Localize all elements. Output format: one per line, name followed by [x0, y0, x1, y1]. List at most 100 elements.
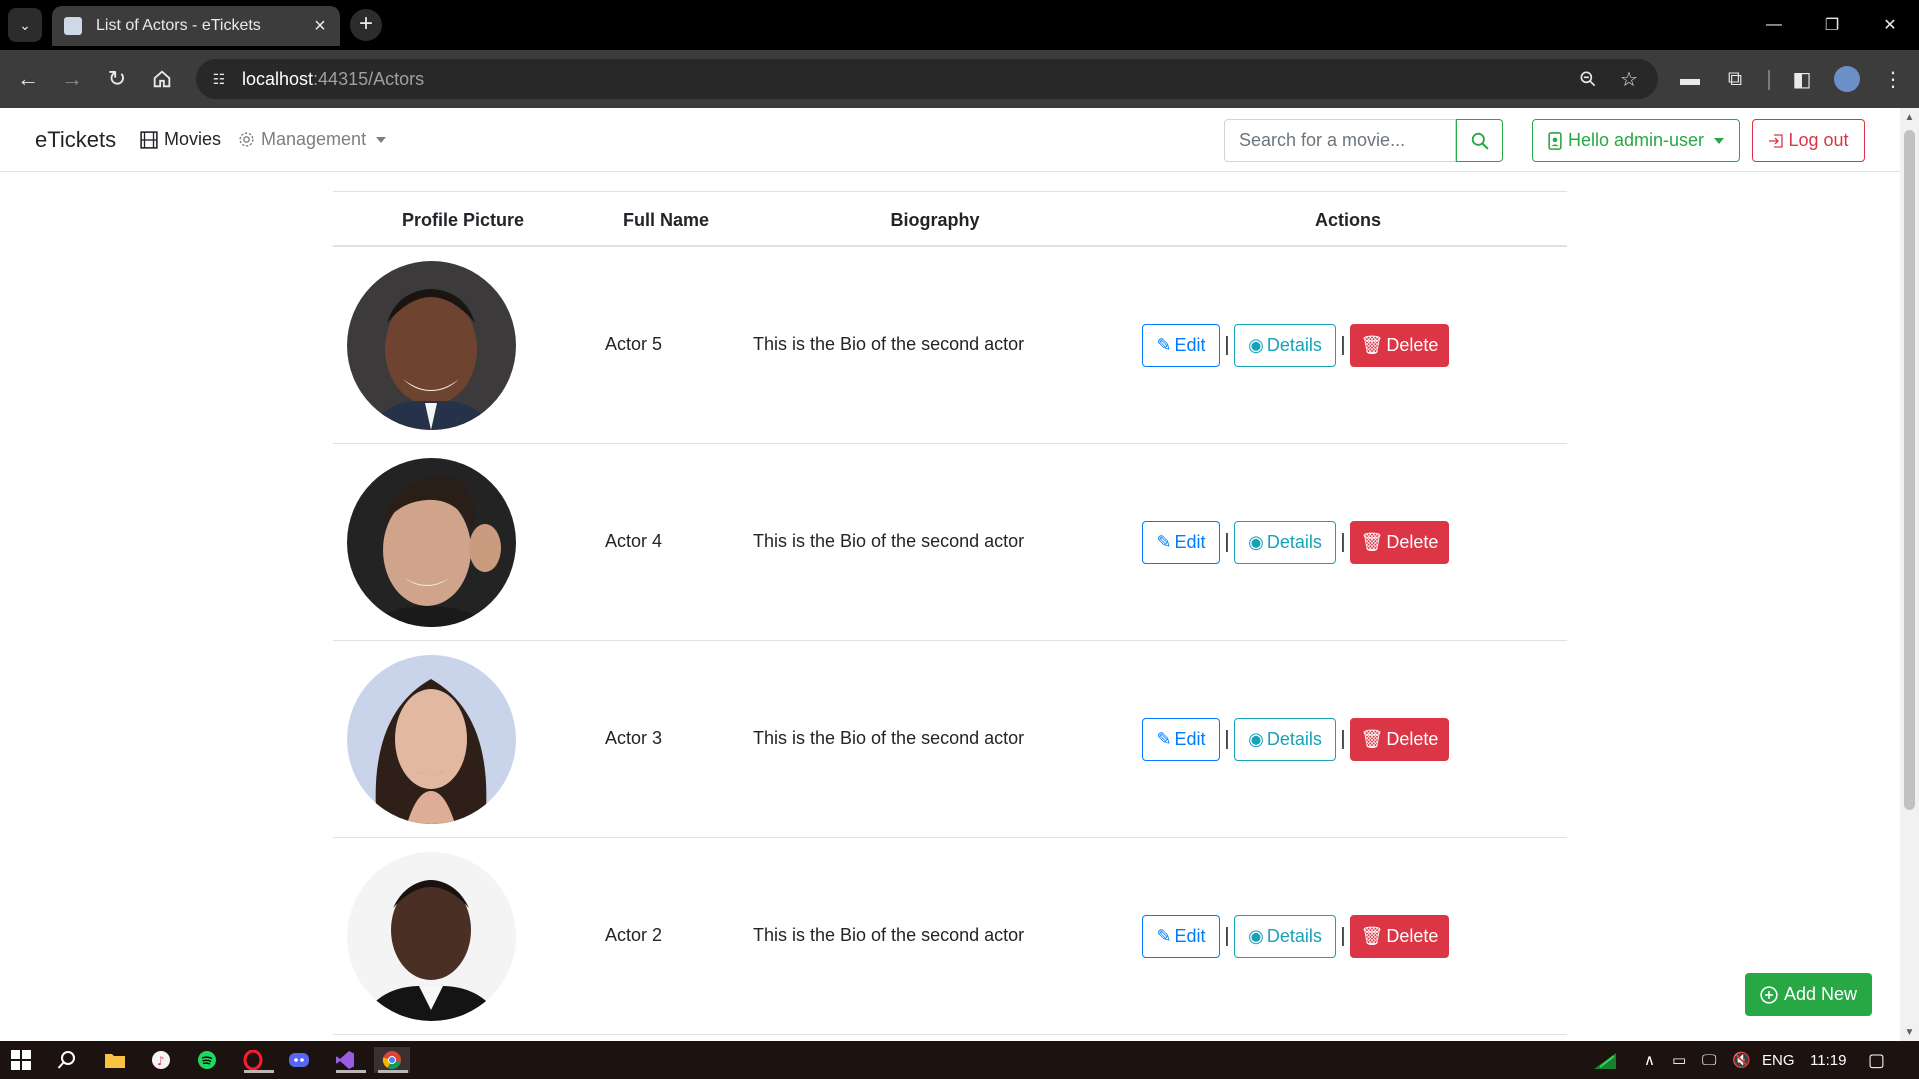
table-row: Actor 5 This is the Bio of the second ac…: [333, 247, 1567, 444]
music-app-icon[interactable]: ♪: [148, 1047, 174, 1073]
page-scrollbar[interactable]: ▲ ▼: [1900, 108, 1919, 1041]
edit-button[interactable]: ✎ Edit: [1142, 718, 1220, 761]
table-header: Profile Picture Full Name Biography Acti…: [333, 191, 1567, 247]
nav-management-dropdown[interactable]: Management: [238, 129, 387, 150]
add-new-button[interactable]: Add New: [1745, 973, 1872, 1016]
edit-button[interactable]: ✎ Edit: [1142, 915, 1220, 958]
details-button[interactable]: ◉ Details: [1234, 718, 1336, 761]
row-actions: ✎ Edit | ◉ Details | 🗑 Delete: [1142, 521, 1449, 564]
details-button[interactable]: ◉ Details: [1234, 324, 1336, 367]
edit-button[interactable]: ✎ Edit: [1142, 324, 1220, 367]
scroll-up-icon[interactable]: ▲: [1900, 108, 1919, 126]
clock-time[interactable]: 11:19: [1810, 1041, 1846, 1079]
delete-button[interactable]: 🗑 Delete: [1350, 324, 1449, 367]
gear-icon: [239, 132, 254, 147]
user-dropdown-button[interactable]: Hello admin-user: [1532, 119, 1740, 162]
forward-button[interactable]: →: [56, 63, 88, 95]
caret-down-icon: [1714, 137, 1725, 144]
opera-icon[interactable]: [240, 1047, 274, 1073]
scroll-down-icon[interactable]: ▼: [1900, 1023, 1919, 1041]
header-biography: Biography: [890, 210, 980, 230]
add-new-label: Add New: [1783, 984, 1858, 1004]
browser-menu-icon[interactable]: ⋮: [1880, 66, 1906, 92]
action-separator: |: [1340, 334, 1346, 356]
url-host: localhost: [242, 69, 314, 89]
brand-link[interactable]: eTickets: [35, 127, 116, 153]
action-separator: |: [1224, 531, 1230, 553]
zoom-icon[interactable]: [1576, 67, 1600, 91]
tab-search-button[interactable]: ⌄: [8, 8, 42, 42]
visual-studio-icon[interactable]: [332, 1047, 366, 1073]
details-button[interactable]: ◉ Details: [1234, 915, 1336, 958]
actors-table: Profile Picture Full Name Biography Acti…: [333, 191, 1567, 1035]
trash-icon: 🗑: [1360, 729, 1384, 749]
page-viewport: eTickets Movies Management Hello admin-u…: [0, 108, 1919, 1041]
address-bar[interactable]: ☷ localhost:44315/Actors ☆: [196, 59, 1658, 99]
person-badge-icon: [1548, 131, 1562, 150]
network-icon[interactable]: 🖵: [1702, 1041, 1716, 1079]
input-language[interactable]: ENG: [1762, 1041, 1795, 1079]
pencil-square-icon: ✎: [1156, 532, 1172, 552]
chevron-down-icon: ⌄: [19, 16, 31, 33]
nav-movies-link[interactable]: Movies: [140, 129, 221, 150]
discord-icon[interactable]: [286, 1047, 312, 1073]
running-indicator: [336, 1070, 366, 1073]
close-window-button[interactable]: ✕: [1861, 0, 1919, 50]
windows-taskbar: ♪ ∧ ▭ 🖵 🔇 ENG 11:19 ▢: [0, 1041, 1919, 1079]
home-button[interactable]: [146, 63, 178, 95]
url-path: :44315/Actors: [313, 69, 425, 89]
edit-label: Edit: [1174, 335, 1206, 355]
delete-label: Delete: [1386, 729, 1439, 749]
user-greeting: Hello admin-user: [1567, 130, 1705, 150]
site-info-icon[interactable]: ☷: [206, 66, 232, 92]
taskbar-search-icon[interactable]: [54, 1047, 80, 1073]
search-button[interactable]: [1456, 119, 1503, 162]
extension-icon[interactable]: ▬: [1677, 66, 1703, 92]
restore-icon: ❐: [1824, 17, 1840, 34]
battery-icon[interactable]: ▭: [1672, 1041, 1686, 1079]
network-activity-icon[interactable]: [1592, 1047, 1618, 1073]
film-icon: [140, 130, 158, 149]
delete-button[interactable]: 🗑 Delete: [1350, 521, 1449, 564]
eye-icon: ◉: [1248, 926, 1264, 946]
delete-button[interactable]: 🗑 Delete: [1350, 718, 1449, 761]
reload-button[interactable]: ↻: [101, 63, 133, 95]
trash-icon: 🗑: [1360, 335, 1384, 355]
scrollbar-thumb[interactable]: [1904, 130, 1915, 810]
browser-tab-active[interactable]: List of Actors - eTickets ×: [52, 6, 340, 46]
movie-search-input[interactable]: [1224, 119, 1456, 162]
puzzle-icon[interactable]: ⧉: [1722, 66, 1748, 92]
close-tab-icon[interactable]: ×: [310, 16, 330, 36]
chrome-icon[interactable]: [374, 1047, 410, 1073]
browser-profile-avatar[interactable]: [1834, 66, 1860, 92]
bookmark-star-icon[interactable]: ☆: [1617, 67, 1641, 91]
edit-label: Edit: [1174, 729, 1206, 749]
trash-icon: 🗑: [1360, 532, 1384, 552]
delete-button[interactable]: 🗑 Delete: [1350, 915, 1449, 958]
actor-biography: This is the Bio of the second actor: [753, 925, 1025, 945]
details-button[interactable]: ◉ Details: [1234, 521, 1336, 564]
edit-button[interactable]: ✎ Edit: [1142, 521, 1220, 564]
volume-muted-icon[interactable]: 🔇: [1732, 1041, 1751, 1079]
action-separator: |: [1340, 925, 1346, 947]
spotify-icon[interactable]: [194, 1047, 220, 1073]
search-icon: [1471, 132, 1489, 150]
file-explorer-icon[interactable]: [102, 1047, 128, 1073]
minimize-button[interactable]: —: [1745, 0, 1803, 50]
new-tab-button[interactable]: +: [350, 9, 382, 41]
table-row: Actor 4 This is the Bio of the second ac…: [333, 444, 1567, 641]
table-row: Actor 2 This is the Bio of the second ac…: [333, 838, 1567, 1035]
logout-button[interactable]: Log out: [1752, 119, 1865, 162]
arrow-right-icon: →: [61, 66, 83, 91]
minimize-icon: —: [1766, 16, 1782, 33]
restore-button[interactable]: ❐: [1803, 0, 1861, 50]
show-hidden-icons-icon[interactable]: ∧: [1644, 1041, 1655, 1079]
header-profile-picture: Profile Picture: [401, 210, 525, 230]
running-indicator: [378, 1070, 408, 1073]
windows-start-icon[interactable]: [8, 1047, 34, 1073]
notifications-icon[interactable]: ▢: [1868, 1041, 1885, 1079]
plus-icon: +: [358, 10, 373, 37]
back-button[interactable]: ←: [12, 63, 44, 95]
side-panel-icon[interactable]: ◧: [1789, 66, 1815, 92]
actor-full-name: Actor 5: [605, 334, 663, 354]
